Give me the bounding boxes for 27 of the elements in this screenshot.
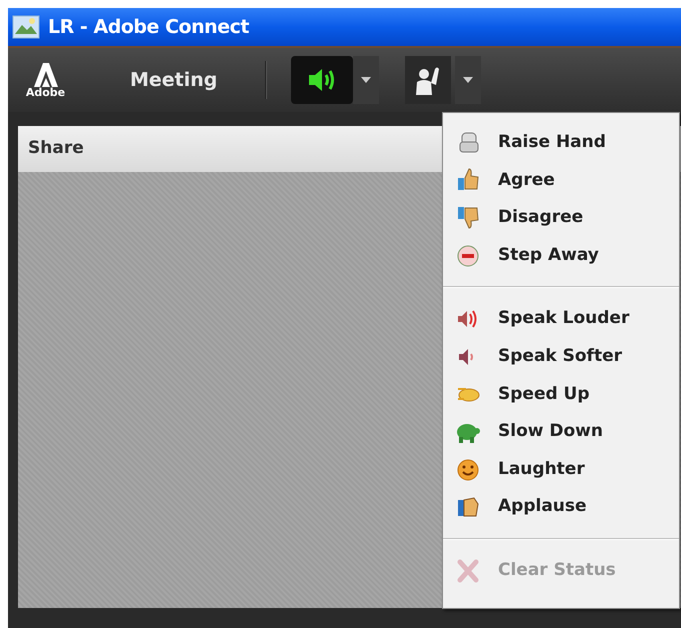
menu-item[interactable]: Slow Down	[443, 413, 679, 451]
menu-item[interactable]: Applause	[443, 488, 679, 526]
app-icon	[12, 15, 40, 39]
menu-item[interactable]: Agree	[443, 162, 679, 200]
dropdown-button[interactable]	[455, 56, 482, 104]
pod-title: Share	[28, 137, 84, 160]
menu-item[interactable]: Speak Louder	[443, 300, 679, 338]
caret-icon	[361, 77, 372, 83]
menu-item[interactable]: Step Away	[443, 236, 679, 274]
dropdown-button[interactable]	[353, 56, 380, 104]
menu-item[interactable]: Laughter	[443, 450, 679, 488]
logo-text: Adobe	[26, 86, 66, 98]
meeting-menu[interactable]: Meeting	[130, 66, 218, 94]
no-entry-icon	[456, 242, 480, 269]
window-title: LR - Adobe Connect	[48, 14, 250, 40]
thumbs-down-icon	[456, 204, 480, 231]
status-button[interactable]	[405, 56, 452, 104]
clear-x-icon	[456, 558, 480, 584]
menu-item[interactable]: Disagree	[443, 199, 679, 237]
menu-item[interactable]: Raise Hand	[443, 124, 679, 162]
speaker-button[interactable]	[291, 56, 354, 104]
logo-icon	[32, 62, 60, 86]
raised-hand-icon	[415, 65, 442, 95]
menu-item[interactable]: Speed Up	[443, 376, 679, 414]
caret-icon	[463, 77, 474, 83]
smiley-icon	[456, 456, 480, 483]
menu-item[interactable]: Speak Softer	[443, 338, 679, 376]
